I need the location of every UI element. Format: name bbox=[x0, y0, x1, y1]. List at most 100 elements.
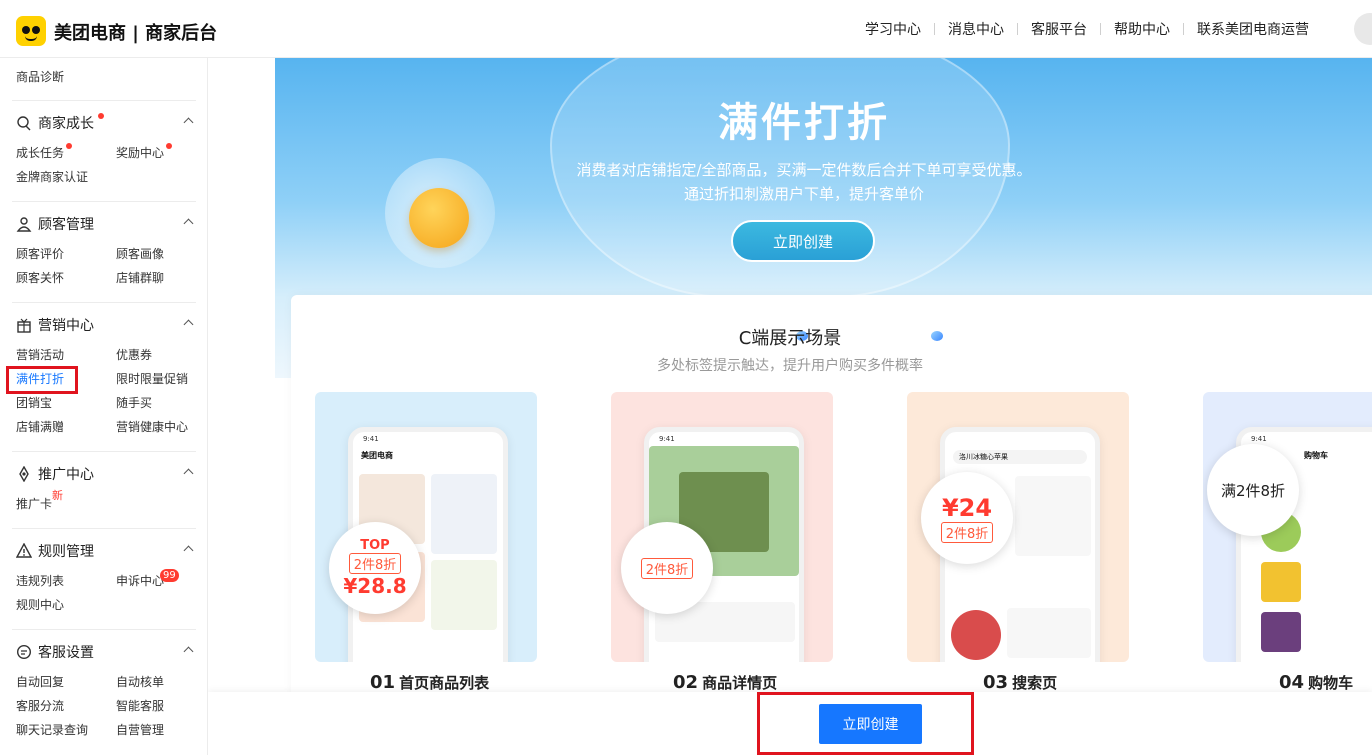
sidebar-item-store-gift[interactable]: 店铺满赠 bbox=[16, 419, 116, 435]
result-text bbox=[1015, 476, 1091, 556]
sidebar-section-header[interactable]: 顾客管理 bbox=[12, 202, 196, 246]
banner-create-button[interactable]: 立即创建 bbox=[731, 220, 875, 262]
phone-time: 9:41 bbox=[363, 435, 379, 443]
sidebar-section-title: 顾客管理 bbox=[38, 217, 94, 233]
discount-magnifier: 满2件8折 bbox=[1207, 444, 1299, 536]
sidebar-item-marketing-health[interactable]: 营销健康中心 bbox=[116, 419, 200, 435]
sidebar-item-store-group-chat[interactable]: 店铺群聊 bbox=[116, 270, 200, 286]
sidebar-item-customer-care[interactable]: 顾客关怀 bbox=[16, 270, 116, 286]
sidebar-item-growth-task[interactable]: 成长任务 bbox=[16, 143, 116, 161]
sidebar-item-promo-card[interactable]: 推广卡新 bbox=[16, 489, 116, 512]
scene-label: 02 商品详情页 bbox=[673, 672, 778, 693]
sidebar-item-product-diagnosis[interactable]: 商品诊断 bbox=[16, 68, 64, 85]
fruit-image bbox=[1261, 562, 1301, 602]
user-icon bbox=[16, 216, 32, 232]
sidebar-section-header[interactable]: 推广中心 bbox=[12, 452, 196, 496]
scene-search: 洛川冰糖心苹果 ¥24 2件8折 bbox=[907, 392, 1129, 662]
nav-learning-center[interactable]: 学习中心 bbox=[852, 19, 934, 39]
top-label: TOP bbox=[360, 538, 390, 553]
nav-service-platform[interactable]: 客服平台 bbox=[1018, 19, 1100, 39]
scene-home-list: 9:41 美团电商 TOP 2件8折 ¥28.8 bbox=[315, 392, 537, 662]
chevron-up-icon[interactable] bbox=[183, 545, 194, 556]
sidebar-item-reward-center[interactable]: 奖励中心 bbox=[116, 143, 200, 161]
meituan-logo-icon[interactable] bbox=[16, 16, 46, 46]
sidebar-section-header[interactable]: 客服设置 bbox=[12, 630, 196, 674]
banner-title: 满件打折 bbox=[718, 100, 890, 146]
notification-dot bbox=[166, 143, 172, 149]
scene-label: 04 购物车 bbox=[1279, 672, 1354, 693]
scene-label: 01 首页商品列表 bbox=[370, 672, 490, 693]
discount-magnifier: TOP 2件8折 ¥28.8 bbox=[329, 522, 421, 614]
new-badge: 新 bbox=[52, 489, 63, 502]
product-tile bbox=[431, 474, 497, 554]
sidebar-section-service: 客服设置 自动回复 自动核单 客服分流 智能客服 聊天记录查询 自营管理 bbox=[12, 629, 196, 738]
price-label: ¥24 bbox=[941, 493, 993, 522]
chevron-up-icon[interactable] bbox=[183, 117, 194, 128]
lychee-image bbox=[951, 610, 1001, 660]
chevron-up-icon[interactable] bbox=[183, 218, 194, 229]
discount-tag: 2件8折 bbox=[940, 521, 994, 543]
chevron-up-icon[interactable] bbox=[183, 319, 194, 330]
sidebar-item-appeal-center[interactable]: 申诉中心 99 bbox=[116, 569, 200, 589]
discount-tag: 满2件8折 bbox=[1220, 481, 1286, 500]
bottom-action-bar: 立即创建 bbox=[208, 692, 1372, 755]
discount-magnifier: ¥24 2件8折 bbox=[921, 472, 1013, 564]
discount-magnifier: 2件8折 bbox=[621, 522, 713, 614]
price-label: ¥28.8 bbox=[343, 574, 407, 598]
sidebar-section-title: 商家成长 bbox=[38, 116, 94, 132]
main-content: 满件打折 消费者对店铺指定/全部商品，买满一定件数后合并下单可享受优惠。 通过折… bbox=[208, 58, 1372, 755]
sidebar-item-auto-reply[interactable]: 自动回复 bbox=[16, 674, 116, 690]
banner-description: 通过折扣刺激用户下单，提升客单价 bbox=[683, 185, 924, 203]
chevron-up-icon[interactable] bbox=[183, 468, 194, 479]
sidebar-item-customer-profile[interactable]: 顾客画像 bbox=[116, 246, 200, 262]
showcase-subtitle: 多处标签提示触达，提升用户购买多件概率 bbox=[657, 358, 923, 374]
sidebar-item-chat-history[interactable]: 聊天记录查询 bbox=[16, 722, 116, 738]
brand-title[interactable]: 美团电商 | 商家后台 bbox=[54, 19, 217, 45]
showcase-title: C端展示场景 bbox=[738, 328, 842, 349]
warning-icon bbox=[15, 542, 33, 559]
sidebar: 商品诊断 商家成长 成长任务 奖励中心 金牌商家认证 顾客管理 顾客评价 顾客画… bbox=[0, 58, 208, 755]
sidebar-item-violation-list[interactable]: 违规列表 bbox=[16, 573, 116, 589]
sidebar-section-promotion: 推广中心 推广卡新 bbox=[12, 451, 196, 512]
nav-message-center[interactable]: 消息中心 bbox=[935, 19, 1017, 39]
sidebar-item-customer-review[interactable]: 顾客评价 bbox=[16, 246, 116, 262]
discount-tag: 2件8折 bbox=[640, 557, 694, 579]
discount-tag: 2件8折 bbox=[348, 553, 402, 574]
chat-icon bbox=[16, 644, 32, 660]
nav-help-center[interactable]: 帮助中心 bbox=[1101, 19, 1183, 39]
sidebar-item-flash-sale[interactable]: 限时限量促销 bbox=[116, 371, 200, 387]
phone-search-bar: 洛川冰糖心苹果 bbox=[953, 450, 1087, 464]
chevron-up-icon[interactable] bbox=[183, 646, 194, 657]
sidebar-item-gold-merchant[interactable]: 金牌商家认证 bbox=[16, 169, 116, 185]
fruit-image bbox=[1261, 612, 1301, 652]
phone-time: 9:41 bbox=[1251, 435, 1267, 443]
top-nav: 学习中心 消息中心 客服平台 帮助中心 联系美团电商运营 bbox=[852, 19, 1322, 39]
sidebar-section-title: 营销中心 bbox=[38, 318, 94, 334]
sidebar-item-self-operated[interactable]: 自营管理 bbox=[116, 722, 200, 738]
avatar[interactable] bbox=[1354, 13, 1372, 45]
result-text bbox=[1007, 608, 1091, 658]
sidebar-section-header[interactable]: 营销中心 bbox=[12, 303, 196, 347]
sidebar-section-customer: 顾客管理 顾客评价 顾客画像 顾客关怀 店铺群聊 bbox=[12, 201, 196, 286]
sidebar-item-coupon[interactable]: 优惠券 bbox=[116, 347, 200, 363]
scene-cart: 9:41 购物车 满2件8折 bbox=[1203, 392, 1372, 662]
sidebar-item-auto-verify[interactable]: 自动核单 bbox=[116, 674, 200, 690]
sidebar-item-smart-service[interactable]: 智能客服 bbox=[116, 698, 200, 714]
banner-description: 消费者对店铺指定/全部商品，买满一定件数后合并下单可享受优惠。 bbox=[576, 161, 1032, 179]
sidebar-section-header[interactable]: 商家成长 bbox=[12, 101, 196, 145]
sidebar-item-group-sales[interactable]: 团销宝 bbox=[16, 395, 116, 411]
sidebar-item-quick-buy[interactable]: 随手买 bbox=[116, 395, 200, 411]
sidebar-item-marketing-activity[interactable]: 营销活动 bbox=[16, 347, 116, 363]
sidebar-section-title: 规则管理 bbox=[38, 544, 94, 560]
promote-icon bbox=[16, 465, 32, 483]
nav-contact-operations[interactable]: 联系美团电商运营 bbox=[1184, 19, 1322, 39]
notification-dot bbox=[98, 113, 104, 119]
sidebar-item-service-routing[interactable]: 客服分流 bbox=[16, 698, 116, 714]
sidebar-section-header[interactable]: 规则管理 bbox=[12, 529, 196, 573]
notification-dot bbox=[66, 143, 72, 149]
sidebar-section-title: 客服设置 bbox=[38, 645, 94, 661]
phone-time: 9:41 bbox=[659, 435, 675, 443]
scene-label: 03 搜索页 bbox=[983, 672, 1058, 693]
sidebar-item-rule-center[interactable]: 规则中心 bbox=[16, 597, 116, 613]
showcase-card: C端展示场景 多处标签提示触达，提升用户购买多件概率 9:41 美团电商 TOP… bbox=[291, 295, 1372, 755]
